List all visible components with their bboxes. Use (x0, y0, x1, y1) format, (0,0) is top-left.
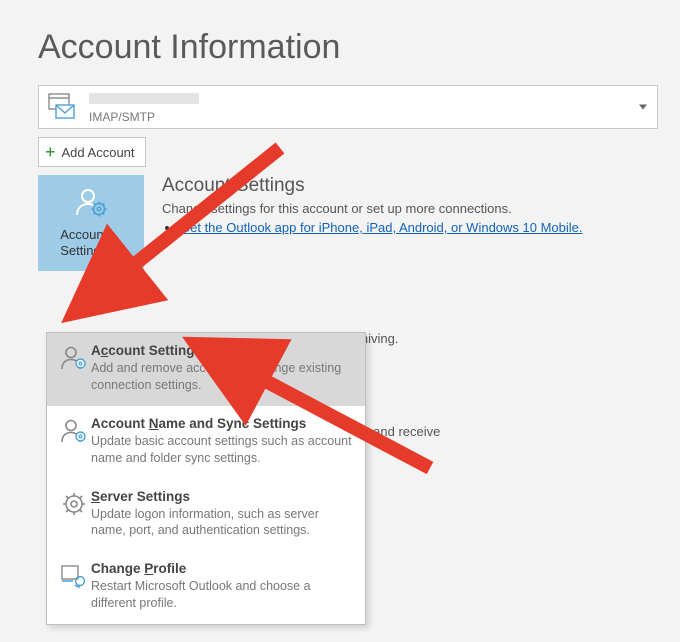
user-gear-icon (57, 416, 91, 444)
account-protocol: IMAP/SMTP (89, 110, 657, 124)
menu-item-title: Change Profile (91, 561, 355, 576)
menu-item-desc: Restart Microsoft Outlook and choose a d… (91, 578, 355, 612)
account-selector[interactable]: IMAP/SMTP (38, 85, 658, 129)
account-settings-menu: Account Settings... Add and remove accou… (46, 332, 366, 625)
chevron-down-icon (639, 105, 647, 110)
menu-item-desc: Add and remove accounts or change existi… (91, 360, 355, 394)
account-settings-button-line2: Settings (60, 243, 107, 258)
menu-item-name-sync[interactable]: Account Name and Sync Settings Update ba… (47, 406, 365, 479)
change-profile-icon (57, 561, 91, 589)
chevron-down-icon (114, 249, 122, 254)
user-gear-icon (74, 187, 108, 221)
menu-item-title: Account Settings... (91, 343, 355, 358)
gear-icon (57, 489, 91, 517)
add-account-button[interactable]: + Add Account (38, 137, 146, 167)
menu-item-desc: Update basic account settings such as ac… (91, 433, 355, 467)
add-account-label: Add Account (62, 145, 135, 160)
menu-item-title: Server Settings (91, 489, 355, 504)
list-item: Get the Outlook app for iPhone, iPad, An… (180, 220, 680, 235)
menu-item-desc: Update logon information, such as server… (91, 506, 355, 540)
get-outlook-app-link[interactable]: Get the Outlook app for iPhone, iPad, An… (180, 220, 583, 235)
user-gear-icon (57, 343, 91, 371)
account-settings-dropdown-button[interactable]: Account Settings (38, 175, 144, 271)
account-settings-section: Account Settings Change settings for thi… (162, 175, 680, 271)
menu-item-change-profile[interactable]: Change Profile Restart Microsoft Outlook… (47, 551, 365, 624)
menu-item-server-settings[interactable]: Server Settings Update logon information… (47, 479, 365, 552)
account-email-redacted (89, 93, 199, 104)
menu-item-title: Account Name and Sync Settings (91, 416, 355, 431)
mail-account-icon (45, 89, 81, 125)
section-desc: Change settings for this account or set … (162, 201, 680, 216)
menu-item-account-settings[interactable]: Account Settings... Add and remove accou… (47, 333, 365, 406)
account-settings-button-line1: Account (60, 227, 107, 242)
plus-icon: + (45, 142, 56, 163)
section-title: Account Settings (162, 175, 680, 197)
page-title: Account Information (38, 28, 680, 67)
